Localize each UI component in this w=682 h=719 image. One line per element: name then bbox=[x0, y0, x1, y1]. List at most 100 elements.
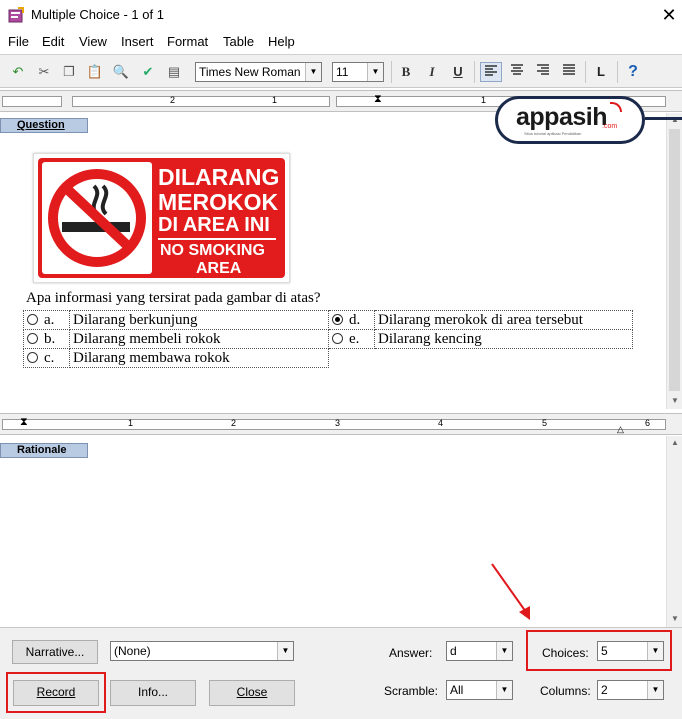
align-left-icon[interactable] bbox=[480, 62, 502, 82]
choice-d-letter-cell[interactable]: d. bbox=[328, 310, 375, 330]
choice-a-radio[interactable] bbox=[27, 313, 38, 325]
info-button[interactable]: Info... bbox=[110, 680, 196, 706]
choice-d-text-cell[interactable]: Dilarang merokok di area tersebut bbox=[374, 310, 633, 330]
close-button-label: Close bbox=[236, 685, 268, 699]
choice-a-letter-cell[interactable]: a. bbox=[23, 310, 70, 330]
justify-icon[interactable] bbox=[558, 62, 580, 82]
ruler-number: 1 bbox=[128, 418, 134, 428]
menu-format[interactable]: Format bbox=[167, 34, 208, 49]
italic-button[interactable]: I bbox=[421, 62, 443, 82]
choice-letter: b. bbox=[44, 330, 56, 347]
columns-label: Columns: bbox=[540, 684, 591, 698]
menu-insert[interactable]: Insert bbox=[121, 34, 154, 49]
choice-c-text-cell[interactable]: Dilarang membawa rokok bbox=[69, 348, 329, 368]
chevron-down-icon: ▼ bbox=[496, 681, 512, 699]
columns-select[interactable]: 2 ▼ bbox=[597, 680, 664, 700]
toolbar-divider bbox=[474, 61, 475, 83]
chevron-down-icon: ▼ bbox=[277, 642, 293, 660]
ruler-number: 4 bbox=[438, 418, 444, 428]
question-scrollbar[interactable]: ▲ ▼ bbox=[666, 113, 682, 409]
ruler-track bbox=[2, 96, 62, 107]
answer-select[interactable]: d ▼ bbox=[446, 641, 513, 661]
empty-cell bbox=[329, 349, 633, 368]
choice-text: Dilarang kencing bbox=[378, 330, 482, 347]
choice-e-text-cell[interactable]: Dilarang kencing bbox=[374, 329, 633, 349]
choice-e-radio[interactable] bbox=[332, 332, 343, 344]
toolbar-divider bbox=[391, 61, 392, 83]
help-icon[interactable]: ? bbox=[622, 62, 644, 82]
rationale-section-tab: Rationale bbox=[0, 443, 88, 458]
indent-marker-icon[interactable]: ⧗ bbox=[20, 416, 28, 429]
sign-background: DILARANG MEROKOK DI AREA INI NO SMOKING … bbox=[38, 158, 285, 278]
chevron-down-icon: ▼ bbox=[496, 642, 512, 660]
choice-b-radio[interactable] bbox=[27, 332, 38, 344]
narrative-button[interactable]: Narrative... bbox=[12, 640, 98, 664]
undo-icon[interactable]: ↶ bbox=[7, 62, 29, 82]
scroll-up-icon[interactable]: ▲ bbox=[667, 436, 682, 450]
ruler-number: 5 bbox=[542, 418, 548, 428]
sign-text-line: DI AREA INI bbox=[158, 214, 270, 236]
spellcheck-icon[interactable]: ✔ bbox=[137, 62, 159, 82]
logo-signal-icon bbox=[610, 102, 622, 112]
ruler-number: 1 bbox=[481, 95, 487, 105]
narrative-select[interactable]: (None) ▼ bbox=[110, 641, 294, 661]
font-size-select[interactable]: 11 ▼ bbox=[332, 62, 384, 82]
choice-b-letter-cell[interactable]: b. bbox=[23, 329, 70, 349]
find-icon[interactable]: 🔍 bbox=[110, 62, 132, 82]
ruler-track bbox=[2, 419, 666, 430]
paste-icon[interactable]: 📋 bbox=[84, 62, 106, 82]
choice-c-radio[interactable] bbox=[27, 351, 38, 363]
scramble-select[interactable]: All ▼ bbox=[446, 680, 513, 700]
tab-stop-icon[interactable]: L bbox=[590, 62, 612, 82]
rationale-editor[interactable] bbox=[0, 459, 666, 627]
sign-text-line: AREA bbox=[196, 260, 242, 277]
choice-c-letter-cell[interactable]: c. bbox=[23, 348, 70, 368]
bold-button[interactable]: B bbox=[395, 62, 417, 82]
underline-button[interactable]: U bbox=[447, 62, 469, 82]
close-button[interactable]: Close bbox=[209, 680, 295, 706]
font-size-value: 11 bbox=[336, 65, 349, 79]
sign-text-line: DILARANG bbox=[158, 164, 280, 190]
insert-object-icon[interactable]: ▤ bbox=[163, 62, 185, 82]
scramble-value: All bbox=[450, 683, 464, 697]
menu-help[interactable]: Help bbox=[268, 34, 295, 49]
menu-edit[interactable]: Edit bbox=[42, 34, 64, 49]
menu-file[interactable]: File bbox=[8, 34, 29, 49]
sign-text-line: NO SMOKING bbox=[160, 242, 265, 259]
choice-e-letter-cell[interactable]: e. bbox=[328, 329, 375, 349]
answer-label: Answer: bbox=[389, 646, 433, 660]
scroll-down-icon[interactable]: ▼ bbox=[667, 394, 682, 408]
right-indent-icon[interactable]: △ bbox=[617, 424, 624, 435]
question-section-tab: Question bbox=[0, 118, 88, 133]
menu-table[interactable]: Table bbox=[223, 34, 254, 49]
rationale-scrollbar[interactable]: ▲ ▼ bbox=[666, 436, 682, 627]
scroll-down-icon[interactable]: ▼ bbox=[667, 612, 682, 626]
ruler-number: 2 bbox=[170, 95, 176, 105]
scroll-thumb[interactable] bbox=[669, 129, 680, 391]
item-properties-panel: Narrative... (None) ▼ Answer: d ▼ Choice… bbox=[0, 627, 682, 719]
choice-b-text-cell[interactable]: Dilarang membeli rokok bbox=[69, 329, 329, 349]
align-right-icon[interactable] bbox=[532, 62, 554, 82]
sign-text-line: MEROKOK bbox=[158, 189, 279, 215]
menu-view[interactable]: View bbox=[79, 34, 107, 49]
chevron-down-icon: ▼ bbox=[305, 63, 321, 81]
choice-d-radio-selected[interactable] bbox=[332, 313, 343, 325]
font-name-select[interactable]: Times New Roman ▼ bbox=[195, 62, 322, 82]
no-smoking-icon bbox=[48, 169, 146, 267]
toolbar-divider bbox=[585, 61, 586, 83]
choice-a-text-cell[interactable]: Dilarang berkunjung bbox=[69, 310, 329, 330]
align-center-icon[interactable] bbox=[506, 62, 528, 82]
font-name-value: Times New Roman bbox=[199, 65, 301, 79]
logo-connector bbox=[645, 117, 682, 120]
menu-bar: File Edit View Insert Format Table Help bbox=[0, 30, 682, 52]
app-icon bbox=[8, 7, 24, 23]
narrative-button-label: Narrative... bbox=[25, 645, 85, 659]
scroll-up-icon[interactable]: ▲ bbox=[667, 113, 682, 127]
copy-icon[interactable]: ❐ bbox=[58, 62, 80, 82]
indent-marker-icon[interactable]: ⧗ bbox=[374, 93, 382, 106]
close-window-button[interactable]: ✕ bbox=[656, 2, 682, 28]
cut-icon[interactable]: ✂ bbox=[33, 62, 55, 82]
choice-letter: a. bbox=[44, 311, 55, 328]
ruler-number: 6 bbox=[645, 418, 651, 428]
sign-divider bbox=[158, 238, 276, 240]
